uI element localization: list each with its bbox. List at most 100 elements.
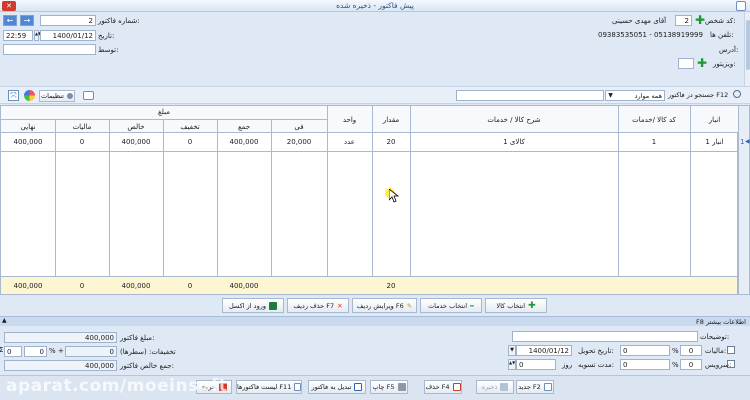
settlement-label: مدت تسویه: [578,361,615,369]
date-label: تاریخ: [98,32,115,40]
settlement-spin-icon[interactable]: ▲▼ [508,359,516,370]
extra-discount-amount-input[interactable] [4,346,22,357]
cell-warehouse: انبار 1 [705,138,724,146]
convert-label: تبدیل به فاکتور [311,383,352,391]
col-header-code[interactable]: کد کالا /خدمات [618,116,690,124]
col-header-total[interactable]: جمع [217,123,271,131]
col-header-unit-price[interactable]: فی [271,123,327,131]
cell-code: 1 [651,138,657,146]
edit-row-label: ویرایش ردیف F6 [356,301,404,310]
invoice-number-input[interactable] [40,15,96,26]
pencil-icon: ✎ [406,301,413,310]
phone-label: تلفن ها: [710,31,734,39]
tax-checkbox[interactable] [727,346,735,354]
net-total-input[interactable] [4,360,117,371]
table-row[interactable]: 400,000 0 400,000 0 400,000 20,000 عدد 2… [1,133,737,152]
plus-icon: ✚ [528,300,536,311]
edit-row-button[interactable]: ویرایش ردیف F6 ✎ [352,298,417,313]
more-info-bar[interactable]: ▲ F8 اطلاعات بیشتر [0,316,750,326]
settlement-input[interactable] [516,359,556,370]
window-title: پیش فاکتور - ذخیره شده [336,1,414,10]
search-input[interactable] [456,90,604,101]
select-services-button[interactable]: انتخاب خدمات ━ [420,298,482,313]
convert-icon [354,383,363,391]
app-icon [736,1,746,11]
col-header-final[interactable]: نهایی [1,123,55,131]
tax-percent-sign: % [672,347,679,355]
person-name: آقای مهدی حسینی [612,17,667,25]
amount-group-divider [1,119,327,120]
date-input[interactable] [40,30,96,41]
col-header-net[interactable]: خالص [109,123,163,131]
by-input[interactable] [3,44,96,55]
address-label: آدرس: [719,46,739,54]
totals-row: 400,000 0 400,000 0 400,000 20 [1,276,737,294]
total-sum: 400,000 [229,282,259,290]
col-header-tax[interactable]: مالیات [55,123,109,131]
col-header-qty[interactable]: مقدار [372,116,410,124]
sigma-button[interactable]: Σ [0,346,5,357]
description-input[interactable] [512,331,698,342]
chevron-down-icon: ▼ [608,92,613,99]
list-button[interactable]: لیست فاکتورها F11 [236,380,302,394]
vertical-scrollbar[interactable] [744,12,750,86]
title-bar: ✕ پیش فاکتور - ذخیره شده [0,0,750,12]
palette-icon[interactable] [24,90,35,101]
cell-total: 400,000 [229,138,259,146]
net-total-label: جمع خالص فاکتور: [120,362,174,370]
delete-button[interactable]: حذف F4 [424,380,462,394]
select-services-label: انتخاب خدمات [428,301,468,310]
convert-button[interactable]: تبدیل به فاکتور [308,380,366,394]
settings-button[interactable]: تنظیمات [39,90,75,102]
add-visitor-icon[interactable]: ✚ [697,57,707,69]
discounts-input[interactable] [65,346,117,357]
search-icon[interactable] [733,90,741,98]
col-header-desc[interactable]: شرح کالا / خدمات [410,116,618,124]
nav-prev-button[interactable]: ← [3,15,17,26]
person-code-input[interactable] [675,15,692,26]
col-header-discount[interactable]: تخفیف [163,123,217,131]
invoice-amount-input[interactable] [4,332,117,343]
total-qty: 20 [386,282,396,290]
gear-icon [66,93,73,99]
cell-final: 400,000 [13,138,43,146]
search-scope-value: همه موارد [634,92,662,100]
row-pointer-icon: ◀ [745,138,750,145]
scrollbar-thumb[interactable] [746,20,750,70]
excel-import-label: ورود از اکسل [228,301,266,310]
total-tax: 0 [79,282,85,290]
save-button[interactable]: ذخیره [476,380,514,394]
chat-icon[interactable] [83,91,94,100]
cell-qty: 20 [386,138,396,146]
expand-icon[interactable]: ⤧ [8,90,19,101]
discount-percent-sign: % [49,347,56,355]
excel-import-button[interactable]: ورود از اکسل [222,298,284,313]
select-goods-label: انتخاب کالا [496,301,526,310]
col-header-warehouse[interactable]: انبار [690,116,739,124]
service-amount-input[interactable] [620,359,670,370]
new-doc-icon [543,383,552,391]
col-header-unit[interactable]: واحد [327,116,372,124]
save-icon [500,383,509,391]
tax-amount-input[interactable] [620,345,670,356]
delete-row-button[interactable]: حذف ردیف F7 ✕ [287,298,349,313]
add-person-icon[interactable]: ✚ [695,14,705,26]
cell-unit-price: 20,000 [286,138,312,146]
calendar-dropdown-icon[interactable]: ▼ [508,345,516,356]
print-button[interactable]: چاپ F5 [370,380,408,394]
time-spin-icon[interactable]: ▲▼ [34,30,41,41]
visitor-input[interactable] [678,58,694,69]
new-button[interactable]: جدید F2 [516,380,554,394]
nav-next-button[interactable]: → [20,15,34,26]
collapse-icon[interactable]: ▲ [2,317,7,324]
search-dropdown[interactable]: ▼ همه موارد [605,90,665,101]
delete-row-label: حذف ردیف F7 [293,301,335,310]
extra-discount-percent-input[interactable] [24,346,47,357]
select-goods-button[interactable]: انتخاب کالا ✚ [485,298,547,313]
delivery-date-input[interactable] [516,345,572,356]
tax-percent-input[interactable] [680,345,702,356]
discounts-label: تخفیفات: (سطرها) [120,348,176,356]
cell-unit: عدد [344,138,355,146]
time-input[interactable] [3,30,33,41]
service-percent-input[interactable] [680,359,702,370]
